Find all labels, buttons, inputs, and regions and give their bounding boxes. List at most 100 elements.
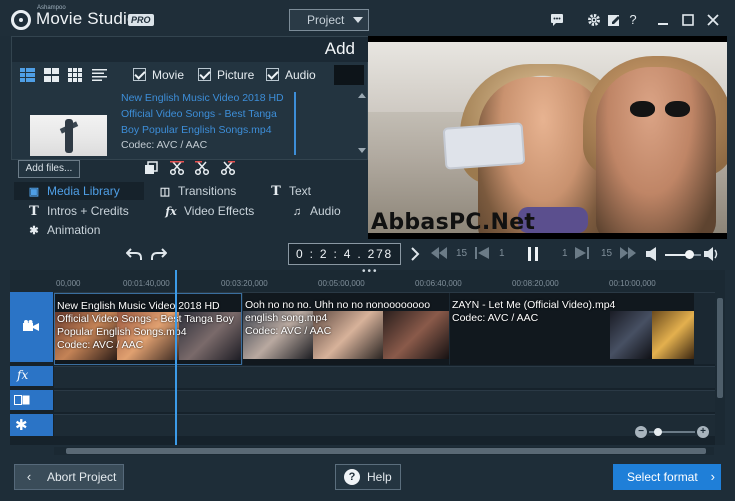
chat-icon[interactable] [550,13,564,27]
small-grid-view-icon[interactable] [68,68,82,82]
list-details-view-icon[interactable] [20,68,35,82]
zoom-slider-knob[interactable] [654,428,662,436]
ruler-tick: 00:05:00,000 [318,279,365,288]
timeline-clip[interactable]: Ooh no no no. Uhh no no nonoooooooo engl… [243,293,449,365]
minimize-icon[interactable] [656,13,670,27]
media-item-thumbnail[interactable] [30,115,107,156]
timeline-ruler[interactable]: 00,000 00:01:40,000 00:03:20,000 00:05:0… [10,266,725,292]
tab-video-effects[interactable]: fx Video Effects [163,202,254,220]
clip-label: New English Music Video 2018 HD Official… [57,300,241,352]
copy-icon[interactable] [144,161,158,175]
cut-end-icon[interactable] [220,161,236,176]
tab-transitions[interactable]: ◫ Transitions [157,182,236,200]
playhead[interactable] [175,270,177,445]
scroll-up-icon[interactable] [358,93,366,98]
media-item-title[interactable]: New English Music Video 2018 HD Official… [121,90,291,138]
ruler-tick: 00:01:40,000 [123,279,170,288]
frame-back-icon[interactable] [475,247,489,261]
preview-frame [368,42,727,233]
text-icon: T [29,204,39,219]
filter-movie-label: Movie [152,68,185,82]
transitions-track[interactable] [54,390,715,412]
maximize-icon[interactable] [681,13,695,27]
timeline-clip[interactable]: ZAYN - Let Me (Official Video).mp4 Codec… [450,293,694,365]
cut-icon[interactable] [169,161,185,176]
tab-intros-credits[interactable]: T Intros + Credits [26,202,129,220]
project-menu-dropdown[interactable]: Project [289,9,369,31]
animation-track-header[interactable]: ✱ [10,414,53,436]
scroll-down-icon[interactable] [358,148,366,153]
tab-transitions-label: Transitions [178,184,237,198]
media-list-scrollbar[interactable] [358,93,366,153]
clip-title: New English Music Video 2018 HD Official… [57,300,234,338]
text-list-view-icon[interactable] [92,68,107,82]
movie-checkbox[interactable] [133,68,146,81]
filter-movie[interactable]: Movie [133,68,184,82]
pause-icon[interactable] [526,247,540,263]
volume-high-icon[interactable] [704,247,720,263]
picture-checkbox[interactable] [198,68,211,81]
video-track[interactable]: New English Music Video 2018 HD Official… [54,292,715,365]
scrollbar-thumb[interactable] [717,298,723,398]
transitions-track-header[interactable] [10,390,53,410]
help-icon[interactable]: ? [626,13,640,27]
chevron-down-icon [353,17,363,23]
timeline-resize-handle[interactable]: ••• [362,266,379,277]
abort-project-button[interactable]: ‹ Abort Project [14,464,124,490]
clip-label: Ooh no no no. Uhh no no nonoooooooo engl… [245,299,449,338]
volume-slider[interactable] [665,254,701,256]
volume-slider-knob[interactable] [685,250,694,259]
video-preview[interactable]: AbbasPC.Net [368,36,727,239]
timeline-horizontal-scrollbar[interactable] [54,447,714,455]
volume-mute-icon[interactable] [646,247,658,263]
close-icon[interactable] [706,13,720,27]
ruler-tick: 00:06:40,000 [415,279,462,288]
video-track-header[interactable] [10,292,53,362]
filter-picture[interactable]: Picture [198,68,254,82]
cut-start-icon[interactable] [194,161,210,176]
timecode-display[interactable]: 0 : 2 : 4 . 278 [288,243,401,265]
frame-back-value: 1 [499,248,505,259]
filter-extra-box [334,65,364,85]
ruler-tick: 00:08:20,000 [512,279,559,288]
select-format-button[interactable]: Select format › [613,464,721,490]
film-reel-logo-icon [11,10,31,30]
zoom-out-icon[interactable]: − [635,426,647,438]
tab-animation[interactable]: ✱ Animation [26,221,100,239]
effects-track-header[interactable]: fx [10,366,53,386]
audio-checkbox[interactable] [266,68,279,81]
tab-audio[interactable]: ♫ Audio [289,202,341,220]
large-grid-view-icon[interactable] [44,68,59,82]
tab-media-library[interactable]: ▣ Media Library [14,182,144,200]
animation-track[interactable] [54,414,715,436]
timeline-vertical-scrollbar[interactable] [715,292,725,445]
skip-back-icon[interactable] [431,247,447,261]
thumbnail-figure [65,119,73,153]
filter-picture-label: Picture [217,68,255,82]
skip-forward-icon[interactable] [620,247,636,261]
redo-icon[interactable] [151,247,168,263]
filter-audio[interactable]: Audio [266,68,316,82]
tab-text[interactable]: T Text [268,182,311,200]
gear-icon[interactable] [587,13,601,27]
help-label: Help [367,470,392,484]
zoom-in-icon[interactable]: + [697,426,709,438]
media-library-panel: Add Movie Picture Audio New English Musi… [11,36,369,160]
fx-icon: fx [17,368,29,382]
next-icon[interactable] [410,247,420,263]
scrollbar-thumb[interactable] [66,448,706,454]
clip-frame [652,311,694,359]
add-files-button[interactable]: Add files... [18,160,80,178]
edit-icon[interactable] [607,13,621,27]
app-title: Movie Studio [36,9,137,28]
chevron-right-icon: › [710,469,715,484]
timeline-clip[interactable]: New English Music Video 2018 HD Official… [54,293,242,365]
help-button[interactable]: ? Help [335,464,401,490]
preview-phone [442,122,526,170]
film-icon: ▣ [28,186,40,198]
frame-forward-icon[interactable] [575,247,589,261]
undo-icon[interactable] [125,247,142,263]
frame-fwd-value: 1 [562,248,568,259]
clip-title: Ooh no no no. Uhh no no nonoooooooo engl… [245,299,431,324]
effects-track[interactable] [54,366,715,388]
